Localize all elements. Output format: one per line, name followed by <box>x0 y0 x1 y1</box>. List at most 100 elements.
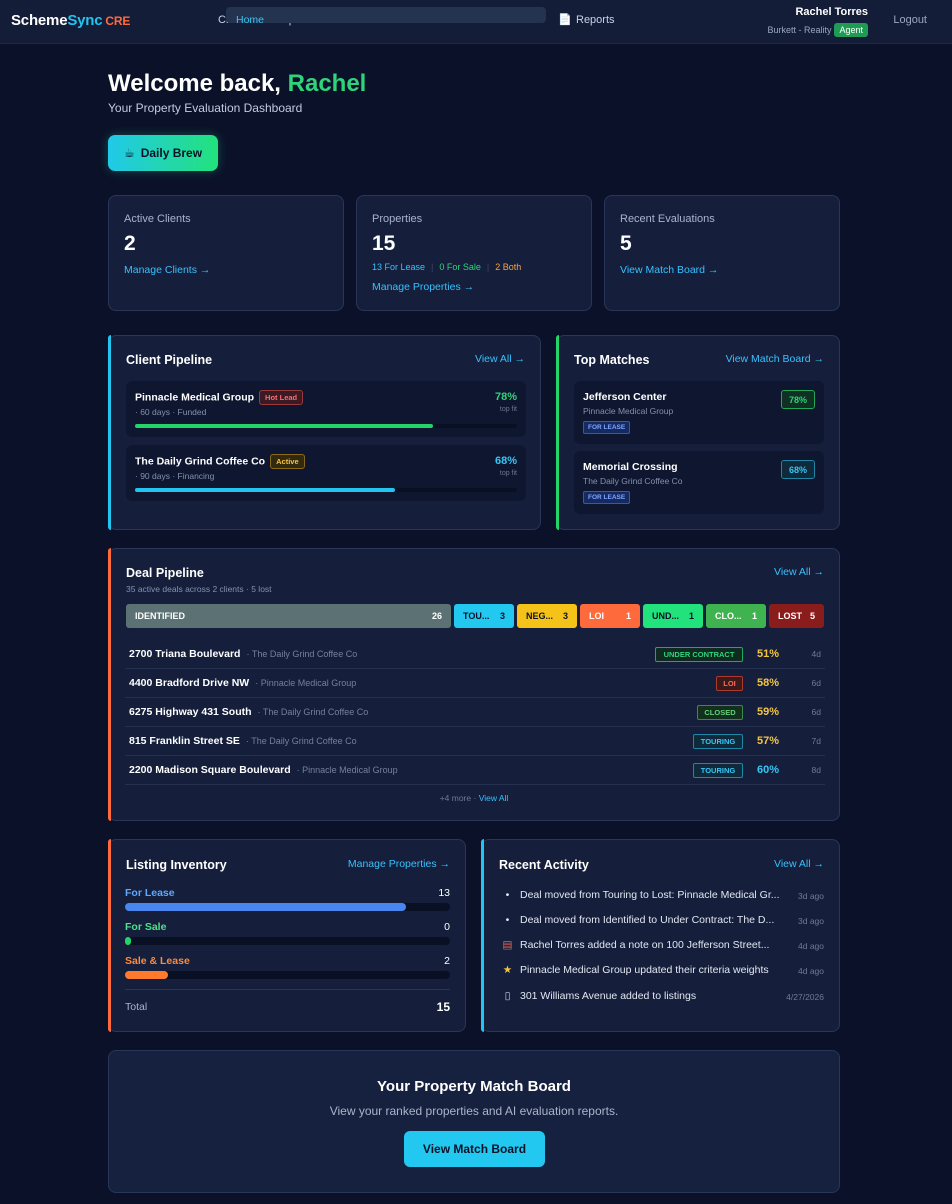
inventory-count-lease: 13 <box>438 887 450 899</box>
deal-summary: 35 active deals across 2 clients · 5 los… <box>126 584 272 594</box>
manage-clients-link[interactable]: Manage Clients → <box>124 264 210 276</box>
view-match-board-link[interactable]: View Match Board → <box>620 264 718 276</box>
activity-item[interactable]: • Deal moved from Touring to Lost: Pinnac… <box>500 889 790 905</box>
user-org: Burkett - Reality Agent <box>767 23 868 37</box>
client-meta: · 90 days · Financing <box>135 471 215 481</box>
view-all-activity-link[interactable]: View All → <box>774 858 824 870</box>
stat-card-properties: Properties 15 13 For Lease | 0 For Sale … <box>356 195 592 311</box>
stat-label: Active Clients <box>124 213 191 225</box>
status-badge: CLOSED <box>697 705 743 720</box>
deal-percent: 59% <box>757 706 780 718</box>
activity-date: 4d ago <box>798 941 824 951</box>
client-name: The Daily Grind Coffee Co <box>583 476 683 486</box>
fit-percent: 78% <box>494 391 517 403</box>
fit-bar <box>135 488 517 492</box>
logout-link[interactable]: Logout <box>893 14 927 26</box>
app-logo[interactable]: SchemeSync CRE <box>11 12 130 29</box>
deal-row[interactable]: 815 Franklin Street SE · The Daily Grind … <box>125 727 825 756</box>
nav-links: Home Clients Properties Master Board Mat… <box>208 7 625 34</box>
activity-item[interactable]: ▤ Rachel Torres added a note on 100 Jeffe… <box>500 939 790 955</box>
role-badge: Agent <box>834 23 868 37</box>
deal-row[interactable]: 4400 Bradford Drive NW · Pinnacle Medical… <box>125 669 825 698</box>
pipeline-client-row[interactable]: Pinnacle Medical Group Hot Lead · 60 days… <box>126 381 526 437</box>
section-title: Client Pipeline <box>126 353 213 367</box>
deal-percent: 57% <box>757 735 780 747</box>
coffee-icon: ☕ <box>123 146 135 160</box>
activity-item[interactable]: • Deal moved from Identified to Under Con… <box>500 914 790 930</box>
match-item[interactable]: Jefferson Center Pinnacle Medical Group … <box>574 381 824 444</box>
deal-row[interactable]: 2700 Triana Boulevard · The Daily Grind C… <box>125 640 825 669</box>
inventory-bar-fill <box>125 903 407 911</box>
nav-link-reports-label: Reports <box>576 14 615 26</box>
manage-properties-link[interactable]: Manage Properties → <box>372 281 474 293</box>
note-icon: ▤ <box>502 939 513 951</box>
fit-bar-fill <box>135 424 433 428</box>
client-name: Pinnacle Medical Group <box>583 406 674 416</box>
cta-title: Your Property Match Board <box>377 1078 571 1095</box>
stage-identified[interactable]: IDENTIFIED 26 <box>126 604 451 628</box>
accent-bar <box>108 335 111 530</box>
nav-link-home[interactable]: Home <box>226 7 546 23</box>
inventory-bar-fill <box>125 937 131 945</box>
deal-age: 8d <box>811 765 821 775</box>
deal-address: 2200 Madison Square Boulevard · Pinnacle … <box>129 764 398 776</box>
activity-date: 3d ago <box>798 916 824 926</box>
deal-row[interactable]: 6275 Highway 431 South · The Daily Grind … <box>125 698 825 727</box>
deal-age: 6d <box>811 707 821 717</box>
stat-value: 2 <box>124 232 136 255</box>
inventory-bar-sale <box>125 937 450 945</box>
inventory-bar-fill <box>125 971 169 979</box>
property-name: Jefferson Center <box>583 391 667 403</box>
inventory-label-sale-lease: Sale & Lease <box>125 955 190 967</box>
match-board-cta: Your Property Match Board View your rank… <box>108 1050 840 1193</box>
section-title: Top Matches <box>574 353 650 367</box>
divider <box>125 989 450 990</box>
stat-value: 5 <box>620 232 632 255</box>
view-match-board-link[interactable]: View Match Board → <box>726 353 824 365</box>
view-all-deals-link[interactable]: View All → <box>774 566 824 578</box>
nav-link-reports[interactable]: 📄 Reports <box>548 7 624 34</box>
activity-item[interactable]: ▯ 301 Williams Avenue added to listings <box>500 990 770 1006</box>
hot-lead-badge: Hot Lead <box>259 390 304 405</box>
stage-touring[interactable]: TOU... 3 <box>454 604 514 628</box>
document-icon: 📄 <box>558 14 572 26</box>
match-percent: 68% <box>781 460 815 479</box>
stage-under-contract[interactable]: UND... 1 <box>643 604 703 628</box>
view-match-board-button[interactable]: View Match Board <box>404 1131 545 1167</box>
top-navbar: SchemeSyncCRE Home Clients Properties Ma… <box>0 0 952 44</box>
cta-subtitle: View your ranked properties and AI evalu… <box>329 1104 619 1118</box>
deal-address: 6275 Highway 431 South · The Daily Grind … <box>129 706 369 718</box>
stage-lost[interactable]: LOST 5 <box>769 604 824 628</box>
fit-bar-fill <box>135 488 395 492</box>
stage-loi[interactable]: LOI 1 <box>580 604 640 628</box>
status-badge: TOURING <box>693 734 743 749</box>
for-sale-count: 0 For Sale <box>439 262 481 272</box>
deal-row[interactable]: 2200 Madison Square Boulevard · Pinnacle … <box>125 756 825 785</box>
stat-card-clients: Active Clients 2 Manage Clients → <box>108 195 344 311</box>
fit-bar <box>135 424 517 428</box>
client-meta: · 60 days · Funded <box>135 407 207 417</box>
client-name: Pinnacle Medical Group Hot Lead <box>135 390 304 405</box>
stage-negotiating[interactable]: NEG... 3 <box>517 604 577 628</box>
fit-percent: 68% <box>494 455 517 467</box>
stat-card-evaluations: Recent Evaluations 5 View Match Board → <box>604 195 840 311</box>
view-all-clients-link[interactable]: View All → <box>475 353 525 365</box>
page-subtitle: Your Property Evaluation Dashboard <box>108 101 303 115</box>
stage-closed[interactable]: CLO... 1 <box>706 604 766 628</box>
document-icon: ▯ <box>504 990 511 1002</box>
stat-label: Recent Evaluations <box>620 213 715 225</box>
stat-value: 15 <box>372 232 396 255</box>
pipeline-client-row[interactable]: The Daily Grind Coffee Co Active · 90 day… <box>126 445 526 501</box>
daily-brew-button[interactable]: ☕ Daily Brew <box>108 135 218 171</box>
match-item[interactable]: Memorial Crossing The Daily Grind Coffee… <box>574 451 824 514</box>
inventory-bar-sale-lease <box>125 971 450 979</box>
inventory-label-sale: For Sale <box>125 921 167 933</box>
activity-item[interactable]: ★ Pinnacle Medical Group updated their cr… <box>500 964 790 980</box>
top-matches-card: Top Matches View Match Board → Jefferson… <box>556 335 840 530</box>
view-all-deals-inline-link[interactable]: View All <box>479 793 509 803</box>
manage-properties-link[interactable]: Manage Properties → <box>348 858 450 870</box>
top-fit-label: top fit <box>499 470 517 477</box>
accent-bar <box>108 548 111 821</box>
dot-icon: • <box>505 889 510 901</box>
top-fit-label: top fit <box>499 406 517 413</box>
